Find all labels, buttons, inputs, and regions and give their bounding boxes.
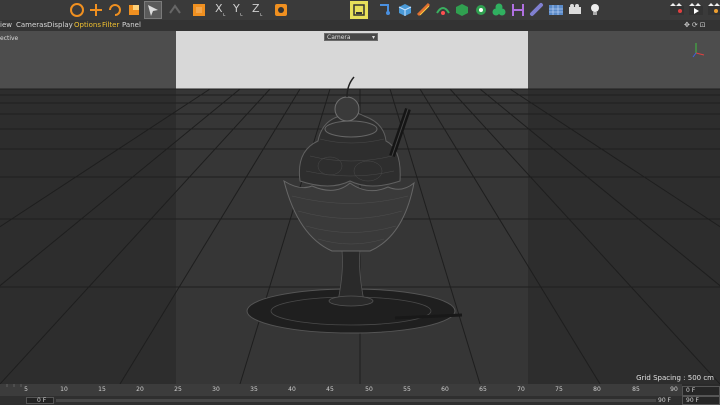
timeline-ruler[interactable]: 5 10 15 20 25 30 35 40 45 50 55 60 65 70… bbox=[0, 384, 682, 396]
render-view-icon[interactable] bbox=[668, 1, 686, 19]
end-frame-value[interactable]: 90 F bbox=[658, 397, 671, 404]
spline-icon[interactable] bbox=[415, 1, 433, 19]
x-axis-icon[interactable]: X⌞ bbox=[215, 2, 226, 17]
ruler-tick: 65 bbox=[479, 386, 487, 393]
world-icon[interactable] bbox=[272, 1, 290, 19]
current-frame-field[interactable]: 0 F bbox=[682, 386, 720, 396]
camera-dropdown-icon[interactable]: ▾ bbox=[372, 34, 375, 42]
viewport-nav-icons[interactable]: ✥⟳⊡ bbox=[684, 21, 708, 29]
deformer-icon[interactable] bbox=[472, 1, 490, 19]
undo-icon[interactable] bbox=[68, 1, 86, 19]
environment-icon[interactable] bbox=[566, 1, 584, 19]
cube-icon[interactable] bbox=[396, 1, 414, 19]
ruler-tick: 85 bbox=[632, 386, 640, 393]
ruler-tick: 25 bbox=[174, 386, 182, 393]
3d-viewport[interactable]: ective bbox=[0, 31, 720, 384]
render-active-icon[interactable] bbox=[687, 1, 705, 19]
ruler-tick: 20 bbox=[136, 386, 144, 393]
ruler-tick: 35 bbox=[250, 386, 258, 393]
move-icon[interactable] bbox=[87, 1, 105, 19]
generator-icon[interactable] bbox=[434, 1, 452, 19]
ruler-tick: 40 bbox=[288, 386, 296, 393]
menu-cameras[interactable]: Cameras bbox=[16, 20, 47, 31]
ruler-tick: 15 bbox=[98, 386, 106, 393]
camera-selector[interactable]: Camera ▾ bbox=[324, 33, 378, 41]
ruler-tick: 10 bbox=[60, 386, 68, 393]
start-frame-field[interactable]: 0 F bbox=[26, 397, 54, 404]
bulb-icon[interactable] bbox=[586, 1, 604, 19]
ruler-tick: 70 bbox=[517, 386, 525, 393]
z-axis-icon[interactable]: Z⌞ bbox=[252, 2, 263, 17]
menu-options[interactable]: Options bbox=[74, 20, 101, 31]
menu-panel[interactable]: Panel bbox=[122, 20, 141, 31]
ruler-tick: 90 bbox=[670, 386, 678, 393]
render-icon[interactable] bbox=[350, 1, 368, 19]
start-frame-value: 0 F bbox=[37, 397, 47, 404]
viewport-menubar: iew Cameras Display Options Filter Panel… bbox=[0, 20, 720, 31]
max-frame-field[interactable]: 90 F bbox=[682, 396, 720, 405]
range-slider[interactable] bbox=[56, 399, 656, 402]
ruler-tick: 75 bbox=[555, 386, 563, 393]
camera-label: Camera bbox=[327, 34, 351, 41]
render-settings-icon[interactable] bbox=[706, 1, 720, 19]
menu-display[interactable]: Display bbox=[47, 20, 73, 31]
ruler-tick: 30 bbox=[212, 386, 220, 393]
timeline-range-bar: 0 F 90 F bbox=[0, 396, 720, 405]
ruler-tick: 60 bbox=[441, 386, 449, 393]
pen-icon[interactable] bbox=[376, 1, 394, 19]
mograph-icon[interactable] bbox=[453, 1, 471, 19]
y-axis-icon[interactable]: Y⌞ bbox=[233, 2, 243, 17]
ruler-tick: 5 bbox=[24, 386, 28, 393]
menu-filter[interactable]: Filter bbox=[102, 20, 119, 31]
viewport-scene bbox=[0, 31, 720, 384]
grid-spacing-label: Grid Spacing : 500 cm bbox=[636, 374, 714, 382]
ruler-tick: 45 bbox=[326, 386, 334, 393]
live-select-icon[interactable] bbox=[166, 1, 184, 19]
light-icon[interactable] bbox=[528, 1, 546, 19]
camera-icon[interactable] bbox=[509, 1, 527, 19]
menu-view[interactable]: iew bbox=[0, 20, 12, 31]
object-icon[interactable] bbox=[190, 1, 208, 19]
ruler-tick: 80 bbox=[593, 386, 601, 393]
floor-icon[interactable] bbox=[490, 1, 508, 19]
main-toolbar: X⌞ Y⌞ Z⌞ bbox=[0, 0, 720, 20]
view-projection-label: ective bbox=[0, 35, 19, 42]
select-icon[interactable] bbox=[144, 1, 162, 19]
rotate-icon[interactable] bbox=[106, 1, 124, 19]
scale-icon[interactable] bbox=[125, 1, 143, 19]
scene-icon[interactable] bbox=[547, 1, 565, 19]
ruler-tick: 50 bbox=[365, 386, 373, 393]
ruler-tick: 55 bbox=[403, 386, 411, 393]
